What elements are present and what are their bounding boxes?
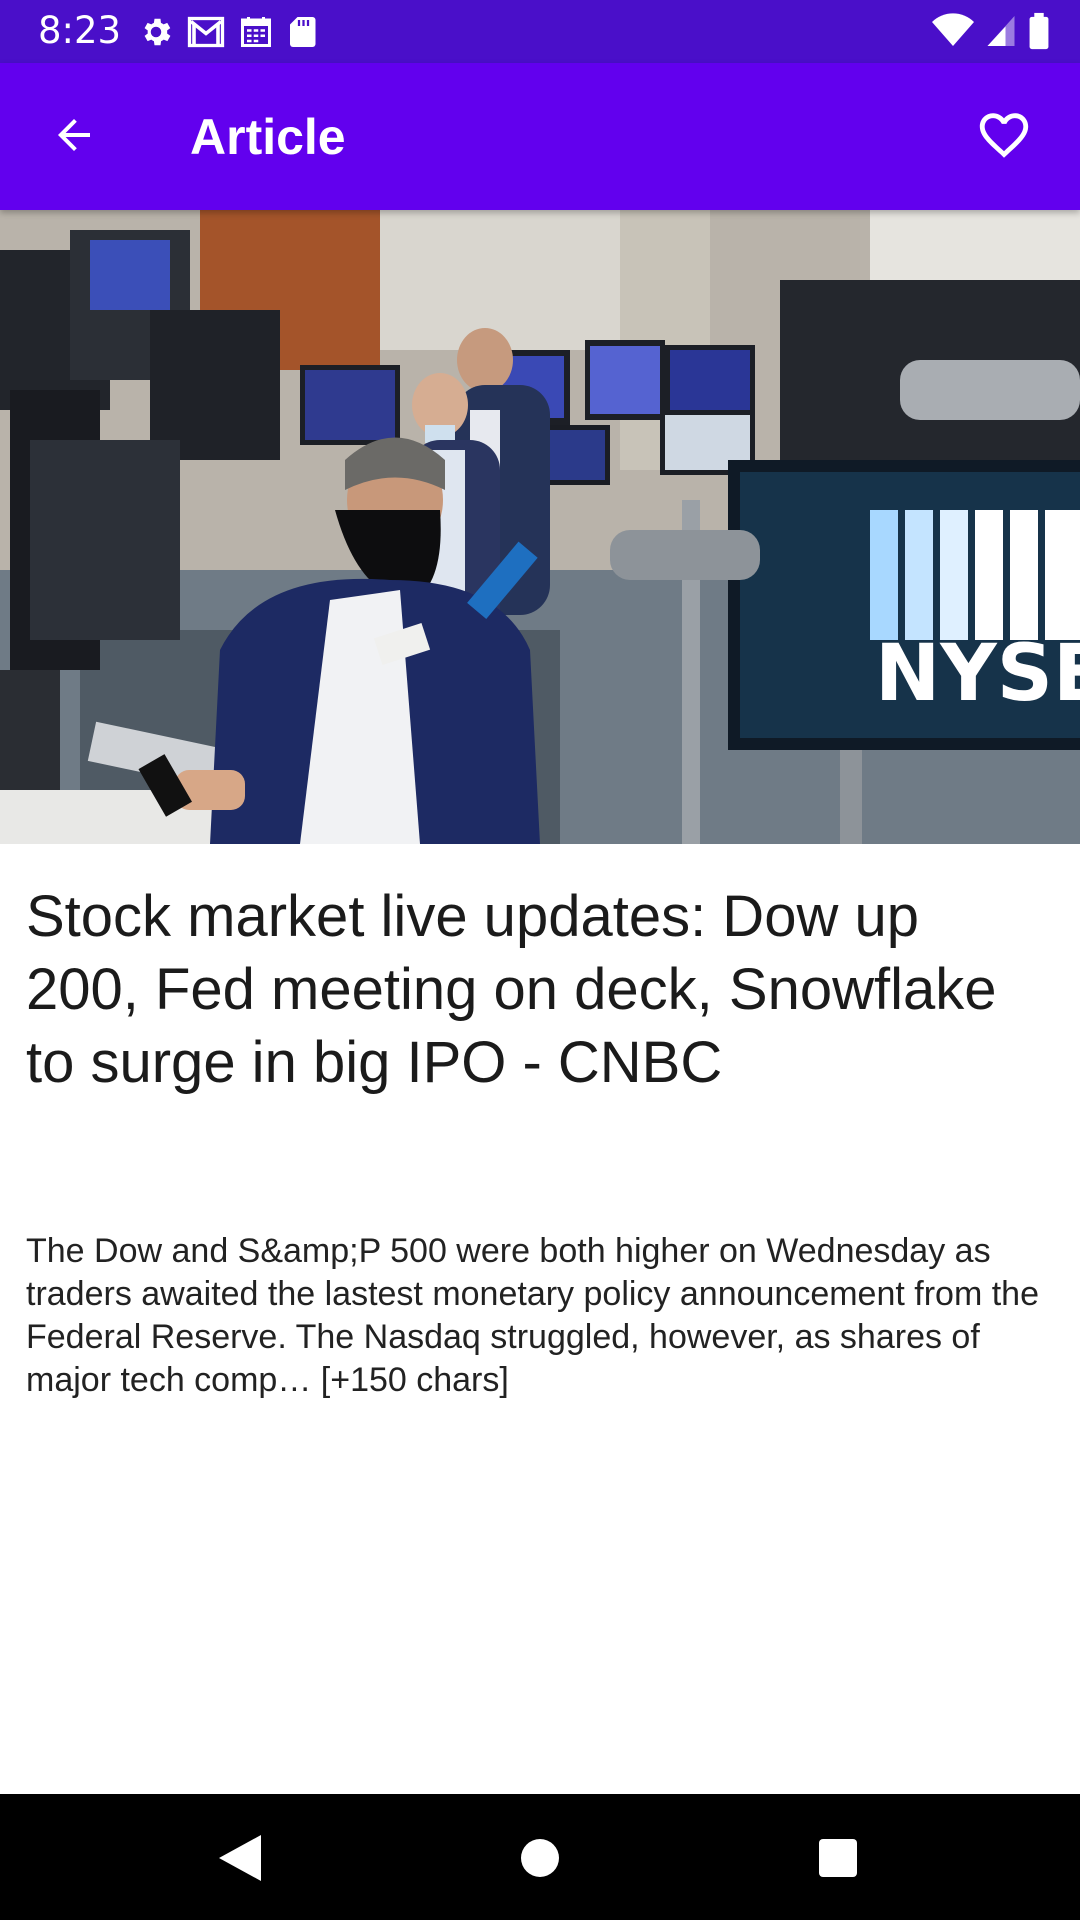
status-notification-icons	[138, 14, 318, 50]
status-time: 8:23	[38, 9, 122, 52]
article-title: Stock market live updates: Dow up 200, F…	[26, 884, 997, 1095]
app-bar: Article	[0, 63, 1080, 210]
nav-home-icon	[520, 1838, 560, 1883]
nav-back-icon	[217, 1833, 263, 1888]
favorite-button[interactable]	[964, 97, 1044, 177]
trading-floor-photo: NYSE	[0, 210, 1080, 844]
system-nav-bar	[0, 1794, 1080, 1920]
wifi-icon	[932, 13, 974, 49]
nav-recents-button[interactable]	[798, 1820, 878, 1900]
status-system-icons	[932, 12, 1050, 50]
nav-back-button[interactable]	[200, 1820, 280, 1900]
article-image: NYSE	[0, 210, 1080, 844]
nyse-sign: NYSE	[875, 629, 1080, 719]
status-bar: 8:23	[0, 0, 1080, 63]
gmail-icon	[186, 14, 226, 50]
heart-outline-icon	[975, 106, 1033, 169]
calendar-icon	[238, 14, 274, 50]
settings-icon	[138, 14, 174, 50]
nav-recents-icon	[818, 1838, 858, 1883]
back-button[interactable]	[38, 101, 110, 173]
arrow-back-icon	[50, 111, 98, 164]
nav-home-button[interactable]	[500, 1820, 580, 1900]
cellular-signal-icon	[984, 13, 1018, 49]
page-title: Article	[190, 109, 346, 165]
sd-card-icon	[286, 14, 318, 50]
article-description: The Dow and S&amp;P 500 were both higher…	[26, 1232, 1039, 1399]
battery-icon	[1028, 12, 1050, 50]
